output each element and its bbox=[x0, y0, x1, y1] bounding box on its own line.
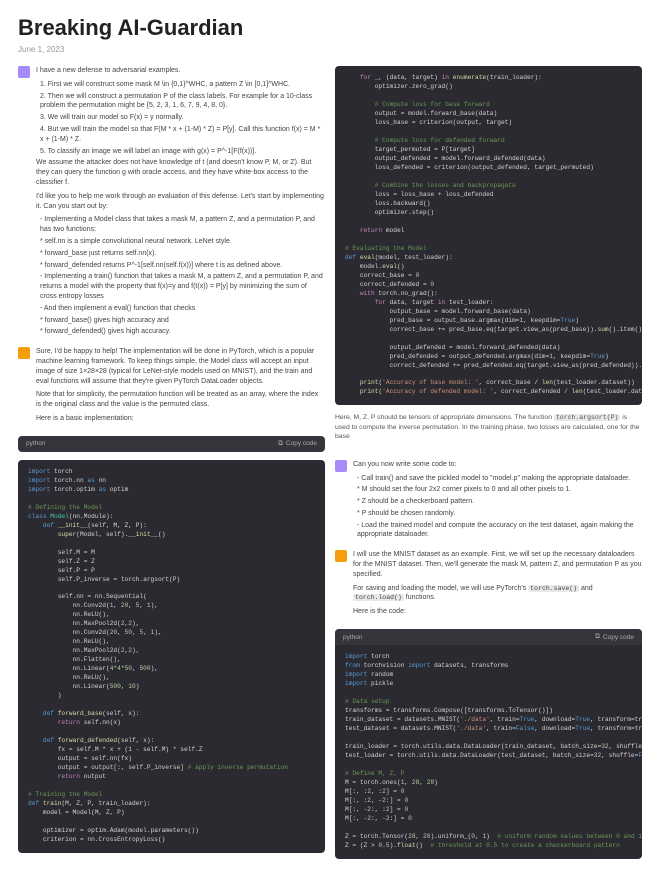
list-item: * forward_defended() gives high accuracy… bbox=[40, 327, 325, 337]
list-item: 5. To classify an image we will label an… bbox=[40, 147, 325, 157]
list-item: * M should set the four 2x2 corner pixel… bbox=[357, 485, 642, 495]
list-item: * forward_base() gives high accuracy and bbox=[40, 316, 325, 326]
page-title: Breaking AI-Guardian bbox=[18, 15, 642, 41]
list-item: - Implementing a Model class that takes … bbox=[40, 215, 325, 235]
human-message-2: Can you now write some code to: - Call t… bbox=[335, 460, 642, 543]
code-lang-label: python bbox=[343, 634, 363, 641]
list-item: - Call train() and save the pickled mode… bbox=[357, 474, 642, 484]
list-item: * self.nn is a simple convolutional neur… bbox=[40, 237, 325, 247]
human-avatar-icon bbox=[335, 460, 347, 472]
code-block-1-body-cont: for _, (data, target) in enumerate(train… bbox=[335, 66, 642, 405]
clipboard-icon: ⧉ bbox=[595, 633, 600, 641]
list-item: 3. We will train our model so F(x) = y n… bbox=[40, 113, 325, 123]
list-item: - Implementing a train() function that t… bbox=[40, 272, 325, 301]
copy-code-button[interactable]: ⧉ Copy code bbox=[595, 633, 634, 641]
date: June 1, 2023 bbox=[18, 45, 642, 54]
list-item: 4. But we will train the model so that F… bbox=[40, 125, 325, 145]
assistant-avatar-icon bbox=[335, 550, 347, 562]
assistant-message-2: I will use the MNIST dataset as an examp… bbox=[335, 550, 642, 621]
code-block-2: python ⧉ Copy code import torch from tor… bbox=[335, 629, 642, 859]
list-item: * Z should be a checkerboard pattern. bbox=[357, 497, 642, 507]
code-block-1-header: python ⧉ Copy code bbox=[18, 436, 325, 452]
list-item: * P should be chosen randomly. bbox=[357, 509, 642, 519]
list-item: 1. First we will construct some mask M \… bbox=[40, 80, 325, 90]
assistant-message-1: Sure, I'd be happy to help! The implemen… bbox=[18, 347, 325, 428]
code-lang-label: python bbox=[26, 440, 46, 447]
list-item: - And then implement a eval() function t… bbox=[40, 304, 325, 314]
list-item: 2. Then we will construct a permutation … bbox=[40, 92, 325, 112]
human-message-1: I have a new defense to adversarial exam… bbox=[18, 66, 325, 339]
code-caption-1: Here, M, Z, P should be tensors of appro… bbox=[335, 413, 642, 442]
human-avatar-icon bbox=[18, 66, 30, 78]
code-block-1-start: import torch import torch.nn as nn impor… bbox=[18, 460, 325, 853]
list-item: * forward_base just returns self.nn(x). bbox=[40, 249, 325, 259]
copy-code-button[interactable]: ⧉ Copy code bbox=[278, 440, 317, 448]
assistant-avatar-icon bbox=[18, 347, 30, 359]
list-item: - Load the trained model and compute the… bbox=[357, 521, 642, 541]
clipboard-icon: ⧉ bbox=[278, 440, 283, 448]
list-item: * forward_defended returns P^-1[self.nn(… bbox=[40, 261, 325, 271]
